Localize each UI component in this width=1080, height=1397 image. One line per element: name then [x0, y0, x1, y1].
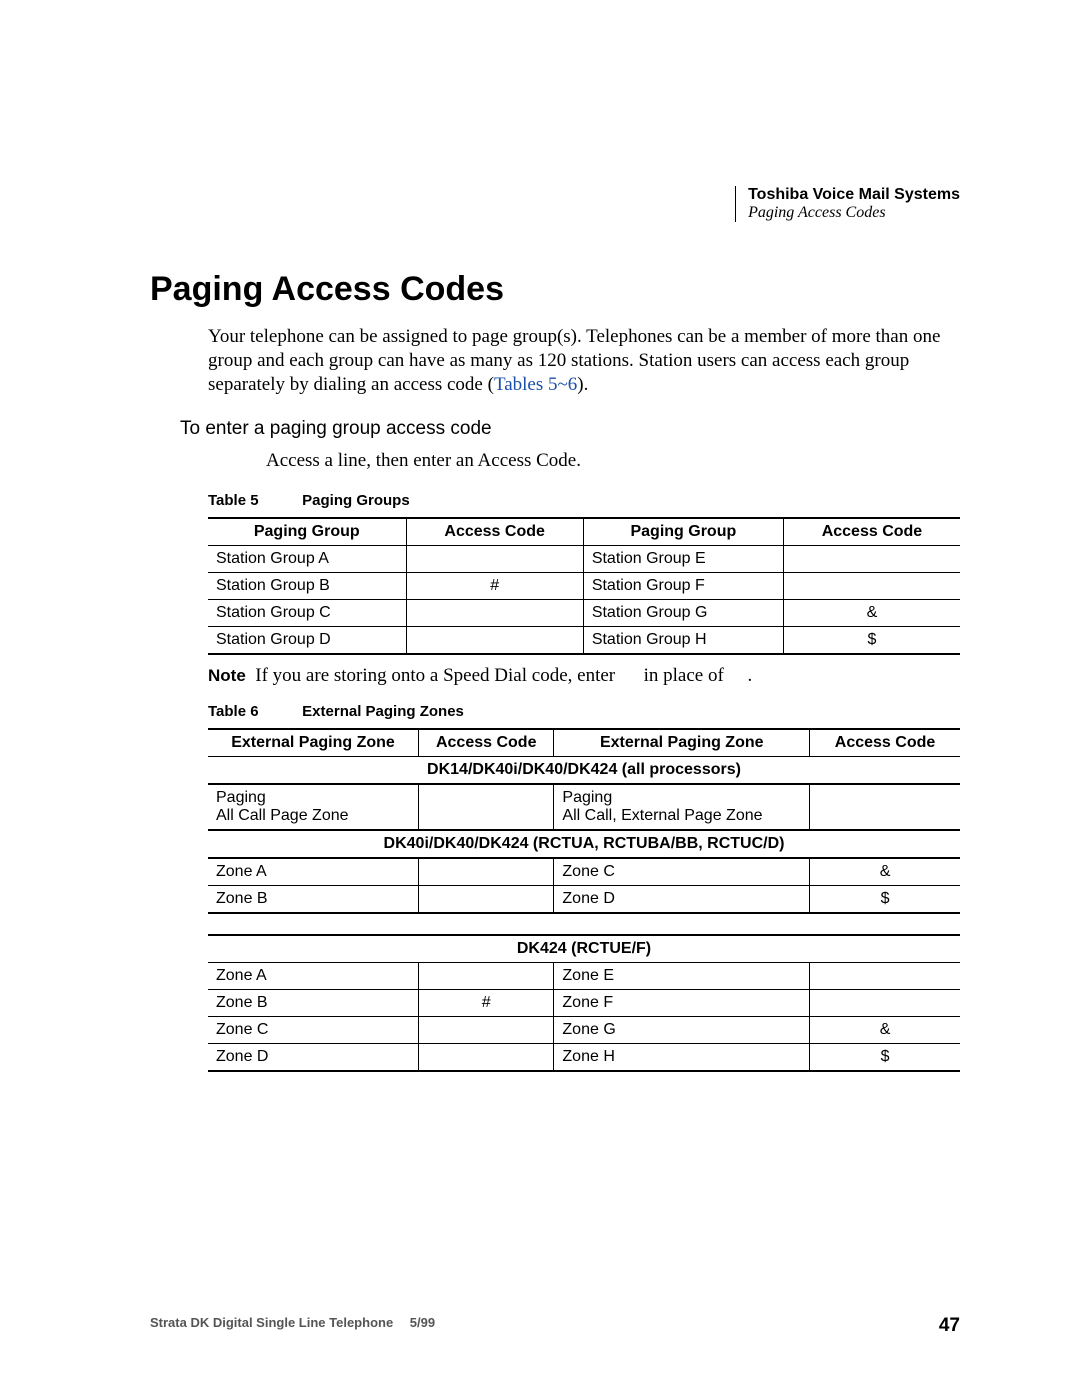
table-cell: Zone E	[554, 963, 810, 990]
table7-body: Zone AZone EZone B#Zone FZone CZone G&Zo…	[208, 963, 960, 1072]
table6-header-1: Access Code	[419, 729, 554, 757]
tables-crossref-link[interactable]: Tables 5~6	[494, 374, 577, 395]
table-cell: Zone A	[208, 858, 419, 886]
table7-section: DK424 (RCTUE/F)	[208, 935, 960, 963]
table-cell: &	[810, 858, 960, 886]
page-title: Paging Access Codes	[150, 270, 960, 309]
table-cell: Zone C	[554, 858, 810, 886]
table5: Paging Group Access Code Paging Group Ac…	[208, 517, 960, 655]
table-cell: #	[406, 573, 583, 600]
table-cell	[419, 858, 554, 886]
table-cell: $	[783, 627, 960, 655]
table6-header-3: Access Code	[810, 729, 960, 757]
table6-header-0: External Paging Zone	[208, 729, 419, 757]
table5-header-0: Paging Group	[208, 518, 406, 546]
table-cell	[810, 990, 960, 1017]
table-cell: Station Group A	[208, 546, 406, 573]
table-cell: PagingAll Call Page Zone	[208, 784, 419, 830]
table5-header-2: Paging Group	[583, 518, 783, 546]
note: Note If you are storing onto a Speed Dia…	[208, 665, 960, 687]
table-cell: Station Group B	[208, 573, 406, 600]
running-header: Toshiba Voice Mail Systems Paging Access…	[735, 186, 960, 222]
page-footer: Strata DK Digital Single Line Telephone …	[150, 1315, 960, 1337]
table6-caption: Table 6 External Paging Zones	[208, 703, 960, 720]
table-cell	[810, 963, 960, 990]
table6-label: Table 6	[208, 703, 298, 720]
table-cell: PagingAll Call, External Page Zone	[554, 784, 810, 830]
table-cell: Zone B	[208, 990, 419, 1017]
table6-section1: DK14/DK40i/DK40/DK424 (all processors)	[208, 757, 960, 785]
table-cell: #	[419, 990, 554, 1017]
table-cell: Station Group F	[583, 573, 783, 600]
table5-header-3: Access Code	[783, 518, 960, 546]
page-number: 47	[939, 1315, 960, 1337]
table-cell	[406, 600, 583, 627]
note-label: Note	[208, 666, 246, 685]
table-cell: Zone H	[554, 1044, 810, 1072]
table6-section2: DK40i/DK40/DK424 (RCTUA, RCTUBA/BB, RCTU…	[208, 830, 960, 858]
intro-text-2: ).	[577, 374, 588, 395]
table-cell	[783, 546, 960, 573]
table-cell	[419, 1044, 554, 1072]
table6-body1: PagingAll Call Page Zone PagingAll Call, …	[208, 784, 960, 830]
table-cell: Zone D	[554, 886, 810, 914]
table-cell: Station Group G	[583, 600, 783, 627]
table-cell: Station Group E	[583, 546, 783, 573]
table7: DK424 (RCTUE/F) Zone A Zone E Zone B#Zone …	[208, 934, 960, 1072]
table6-title: External Paging Zones	[302, 703, 464, 720]
intro-paragraph: Your telephone can be assigned to page g…	[208, 325, 960, 396]
table-cell: Zone A	[208, 963, 419, 990]
table-cell: Zone F	[554, 990, 810, 1017]
table-cell	[419, 886, 554, 914]
table-cell: Zone C	[208, 1017, 419, 1044]
running-header-section: Paging Access Codes	[748, 204, 960, 222]
table-cell: &	[810, 1017, 960, 1044]
table-cell: Zone D	[208, 1044, 419, 1072]
table6-body2: Zone A Zone C& Zone B Zone D$	[208, 858, 960, 913]
table5-label: Table 5	[208, 492, 298, 509]
table-cell	[810, 784, 960, 830]
table-cell	[419, 784, 554, 830]
table5-header-1: Access Code	[406, 518, 583, 546]
table-cell: $	[810, 1044, 960, 1072]
note-text: If you are storing onto a Speed Dial cod…	[255, 665, 752, 686]
table-cell: $	[810, 886, 960, 914]
running-header-category: Toshiba Voice Mail Systems	[748, 186, 960, 204]
table-cell: Station Group H	[583, 627, 783, 655]
table-cell	[419, 1017, 554, 1044]
footer-left: Strata DK Digital Single Line Telephone …	[150, 1315, 435, 1330]
table-cell	[783, 573, 960, 600]
table-cell: &	[783, 600, 960, 627]
table5-body: Station Group AStation Group EStation Gr…	[208, 546, 960, 655]
table-cell	[406, 546, 583, 573]
table6: External Paging Zone Access Code Externa…	[208, 728, 960, 914]
table-cell	[419, 963, 554, 990]
table-cell: Zone G	[554, 1017, 810, 1044]
table-cell: Zone B	[208, 886, 419, 914]
table-cell: Station Group C	[208, 600, 406, 627]
table-cell	[406, 627, 583, 655]
table5-caption: Table 5 Paging Groups	[208, 492, 960, 509]
table-cell: Station Group D	[208, 627, 406, 655]
table6-header-2: External Paging Zone	[554, 729, 810, 757]
procedure-step: Access a line, then enter an Access Code…	[266, 450, 960, 472]
table5-title: Paging Groups	[302, 492, 410, 509]
procedure-heading: To enter a paging group access code	[180, 418, 960, 440]
